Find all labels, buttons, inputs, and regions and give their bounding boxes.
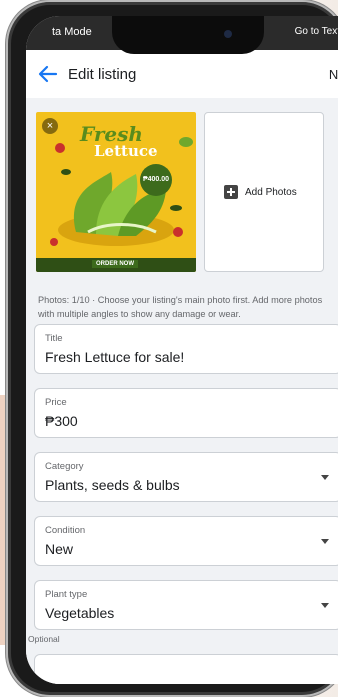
phone-screen: ta Mode Go to Text Edit listing Nex: [26, 16, 338, 684]
main-listing-photo[interactable]: Fresh Lettuce ₱400.00 ORDER NOW ×: [36, 112, 196, 272]
title-label: Title: [45, 333, 63, 344]
condition-label: Condition: [45, 525, 86, 536]
plant-type-value: Vegetables: [45, 605, 115, 621]
phone-frame: ta Mode Go to Text Edit listing Nex: [6, 0, 338, 697]
photos-hint-text: Photos: 1/10 · Choose your listing's mai…: [38, 295, 323, 319]
back-arrow-icon[interactable]: [38, 64, 58, 84]
poster-price-badge: ₱400.00: [140, 164, 172, 196]
camera-icon: [224, 30, 232, 38]
optional-label: Optional: [28, 634, 60, 644]
photos-row: Fresh Lettuce ₱400.00 ORDER NOW × Add Ph…: [36, 112, 336, 319]
chevron-down-icon: [321, 539, 329, 544]
status-left-text: ta Mode: [52, 26, 92, 38]
page-title: Edit listing: [68, 66, 137, 83]
price-field[interactable]: Price ₱300: [34, 388, 338, 438]
category-select[interactable]: Category Plants, seeds & bulbs: [34, 452, 338, 502]
listing-form: Fresh Lettuce ₱400.00 ORDER NOW × Add Ph…: [26, 98, 338, 684]
phone-notch: [112, 16, 264, 54]
title-field[interactable]: Title Fresh Lettuce for sale!: [34, 324, 338, 374]
poster-headline-lettuce: Lettuce: [94, 142, 158, 160]
condition-value: New: [45, 541, 74, 557]
plant-type-label: Plant type: [45, 589, 88, 600]
chevron-down-icon: [321, 603, 329, 608]
app-bar: Edit listing Nex: [26, 54, 338, 98]
poster-order-now: ORDER NOW: [92, 260, 138, 268]
chevron-down-icon: [321, 475, 329, 480]
category-value: Plants, seeds & bulbs: [45, 477, 180, 493]
plant-type-select[interactable]: Plant type Vegetables: [34, 580, 338, 630]
condition-select[interactable]: Condition New: [34, 516, 338, 566]
price-value: ₱300: [45, 413, 78, 429]
add-photo-icon: [224, 185, 238, 199]
price-label: Price: [45, 397, 67, 408]
optional-field[interactable]: [34, 654, 338, 684]
category-label: Category: [45, 461, 84, 472]
next-button[interactable]: Nex: [329, 67, 338, 82]
add-photos-button[interactable]: Add Photos: [204, 112, 324, 272]
remove-photo-icon[interactable]: ×: [42, 118, 58, 134]
title-value: Fresh Lettuce for sale!: [45, 349, 185, 365]
status-right-text: Go to Text: [294, 26, 338, 37]
add-photos-label: Add Photos: [245, 187, 297, 198]
